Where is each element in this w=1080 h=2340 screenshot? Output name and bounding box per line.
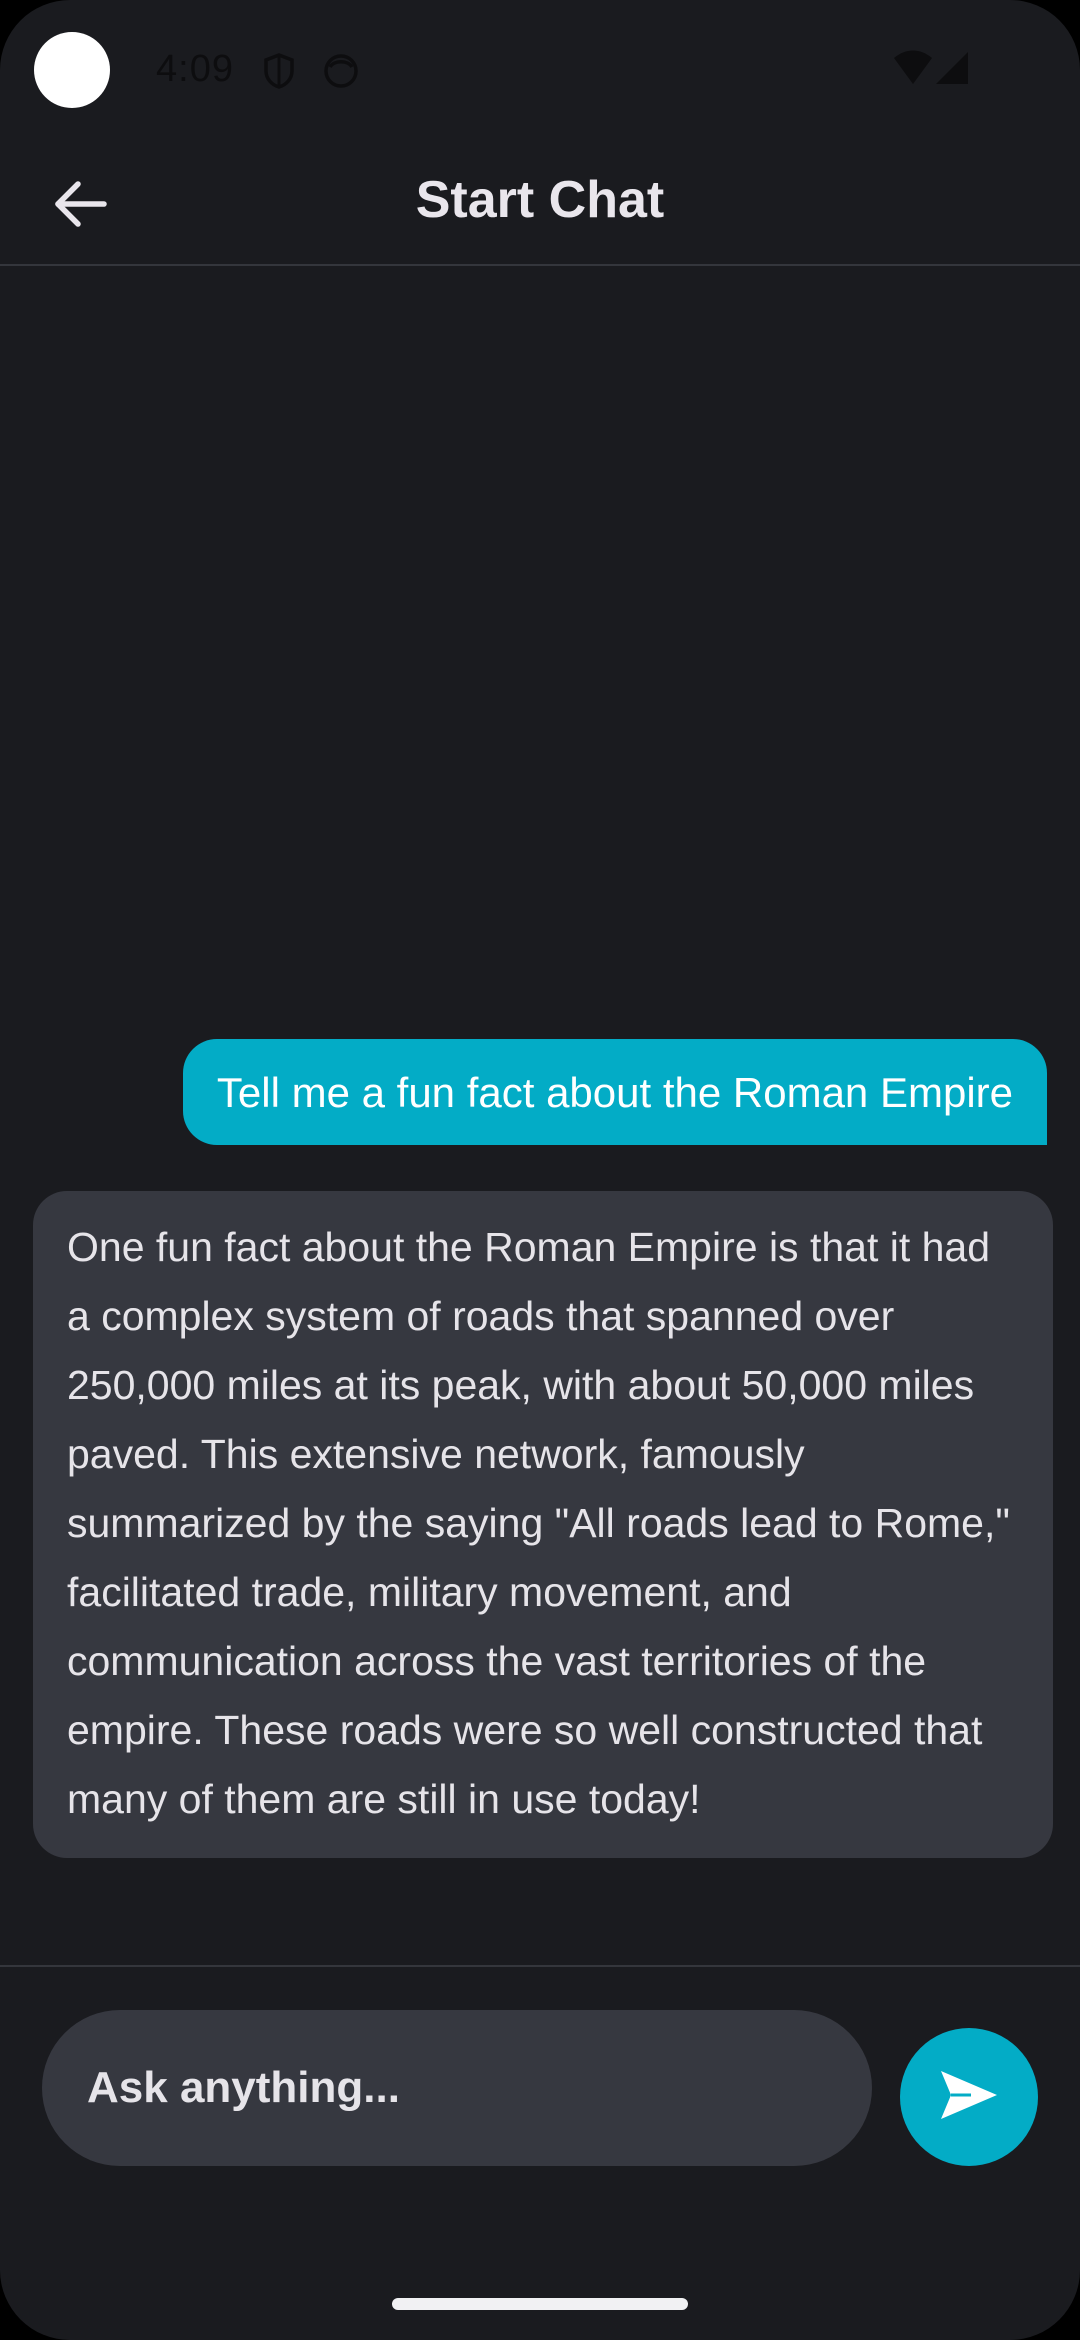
status-time: 4:09 xyxy=(156,48,234,90)
status-bar: 4:09 xyxy=(0,0,1080,140)
chat-message-list[interactable]: Tell me a fun fact about the Roman Empir… xyxy=(0,266,1080,1964)
user-message-bubble: Tell me a fun fact about the Roman Empir… xyxy=(182,1039,1047,1145)
message-input-placeholder: Ask anything... xyxy=(87,2063,400,2112)
cellular-signal-icon xyxy=(934,50,970,91)
message-input[interactable]: Ask anything... xyxy=(42,2010,872,2166)
send-button[interactable] xyxy=(900,2028,1038,2166)
home-indicator[interactable] xyxy=(392,2298,688,2310)
page-title: Start Chat xyxy=(415,171,665,229)
status-right-group xyxy=(892,50,970,91)
face-icon xyxy=(322,52,360,95)
phone-screen: 4:09 Start Chat Tell me a fun fact about… xyxy=(0,0,1080,2340)
shield-icon xyxy=(262,52,296,95)
camera-cutout xyxy=(34,32,110,108)
send-icon xyxy=(937,2067,1001,2128)
app-header: Start Chat xyxy=(0,140,1080,266)
wifi-icon xyxy=(892,50,934,91)
composer-divider xyxy=(0,1965,1080,1967)
assistant-message-bubble: One fun fact about the Roman Empire is t… xyxy=(33,1191,1053,1858)
